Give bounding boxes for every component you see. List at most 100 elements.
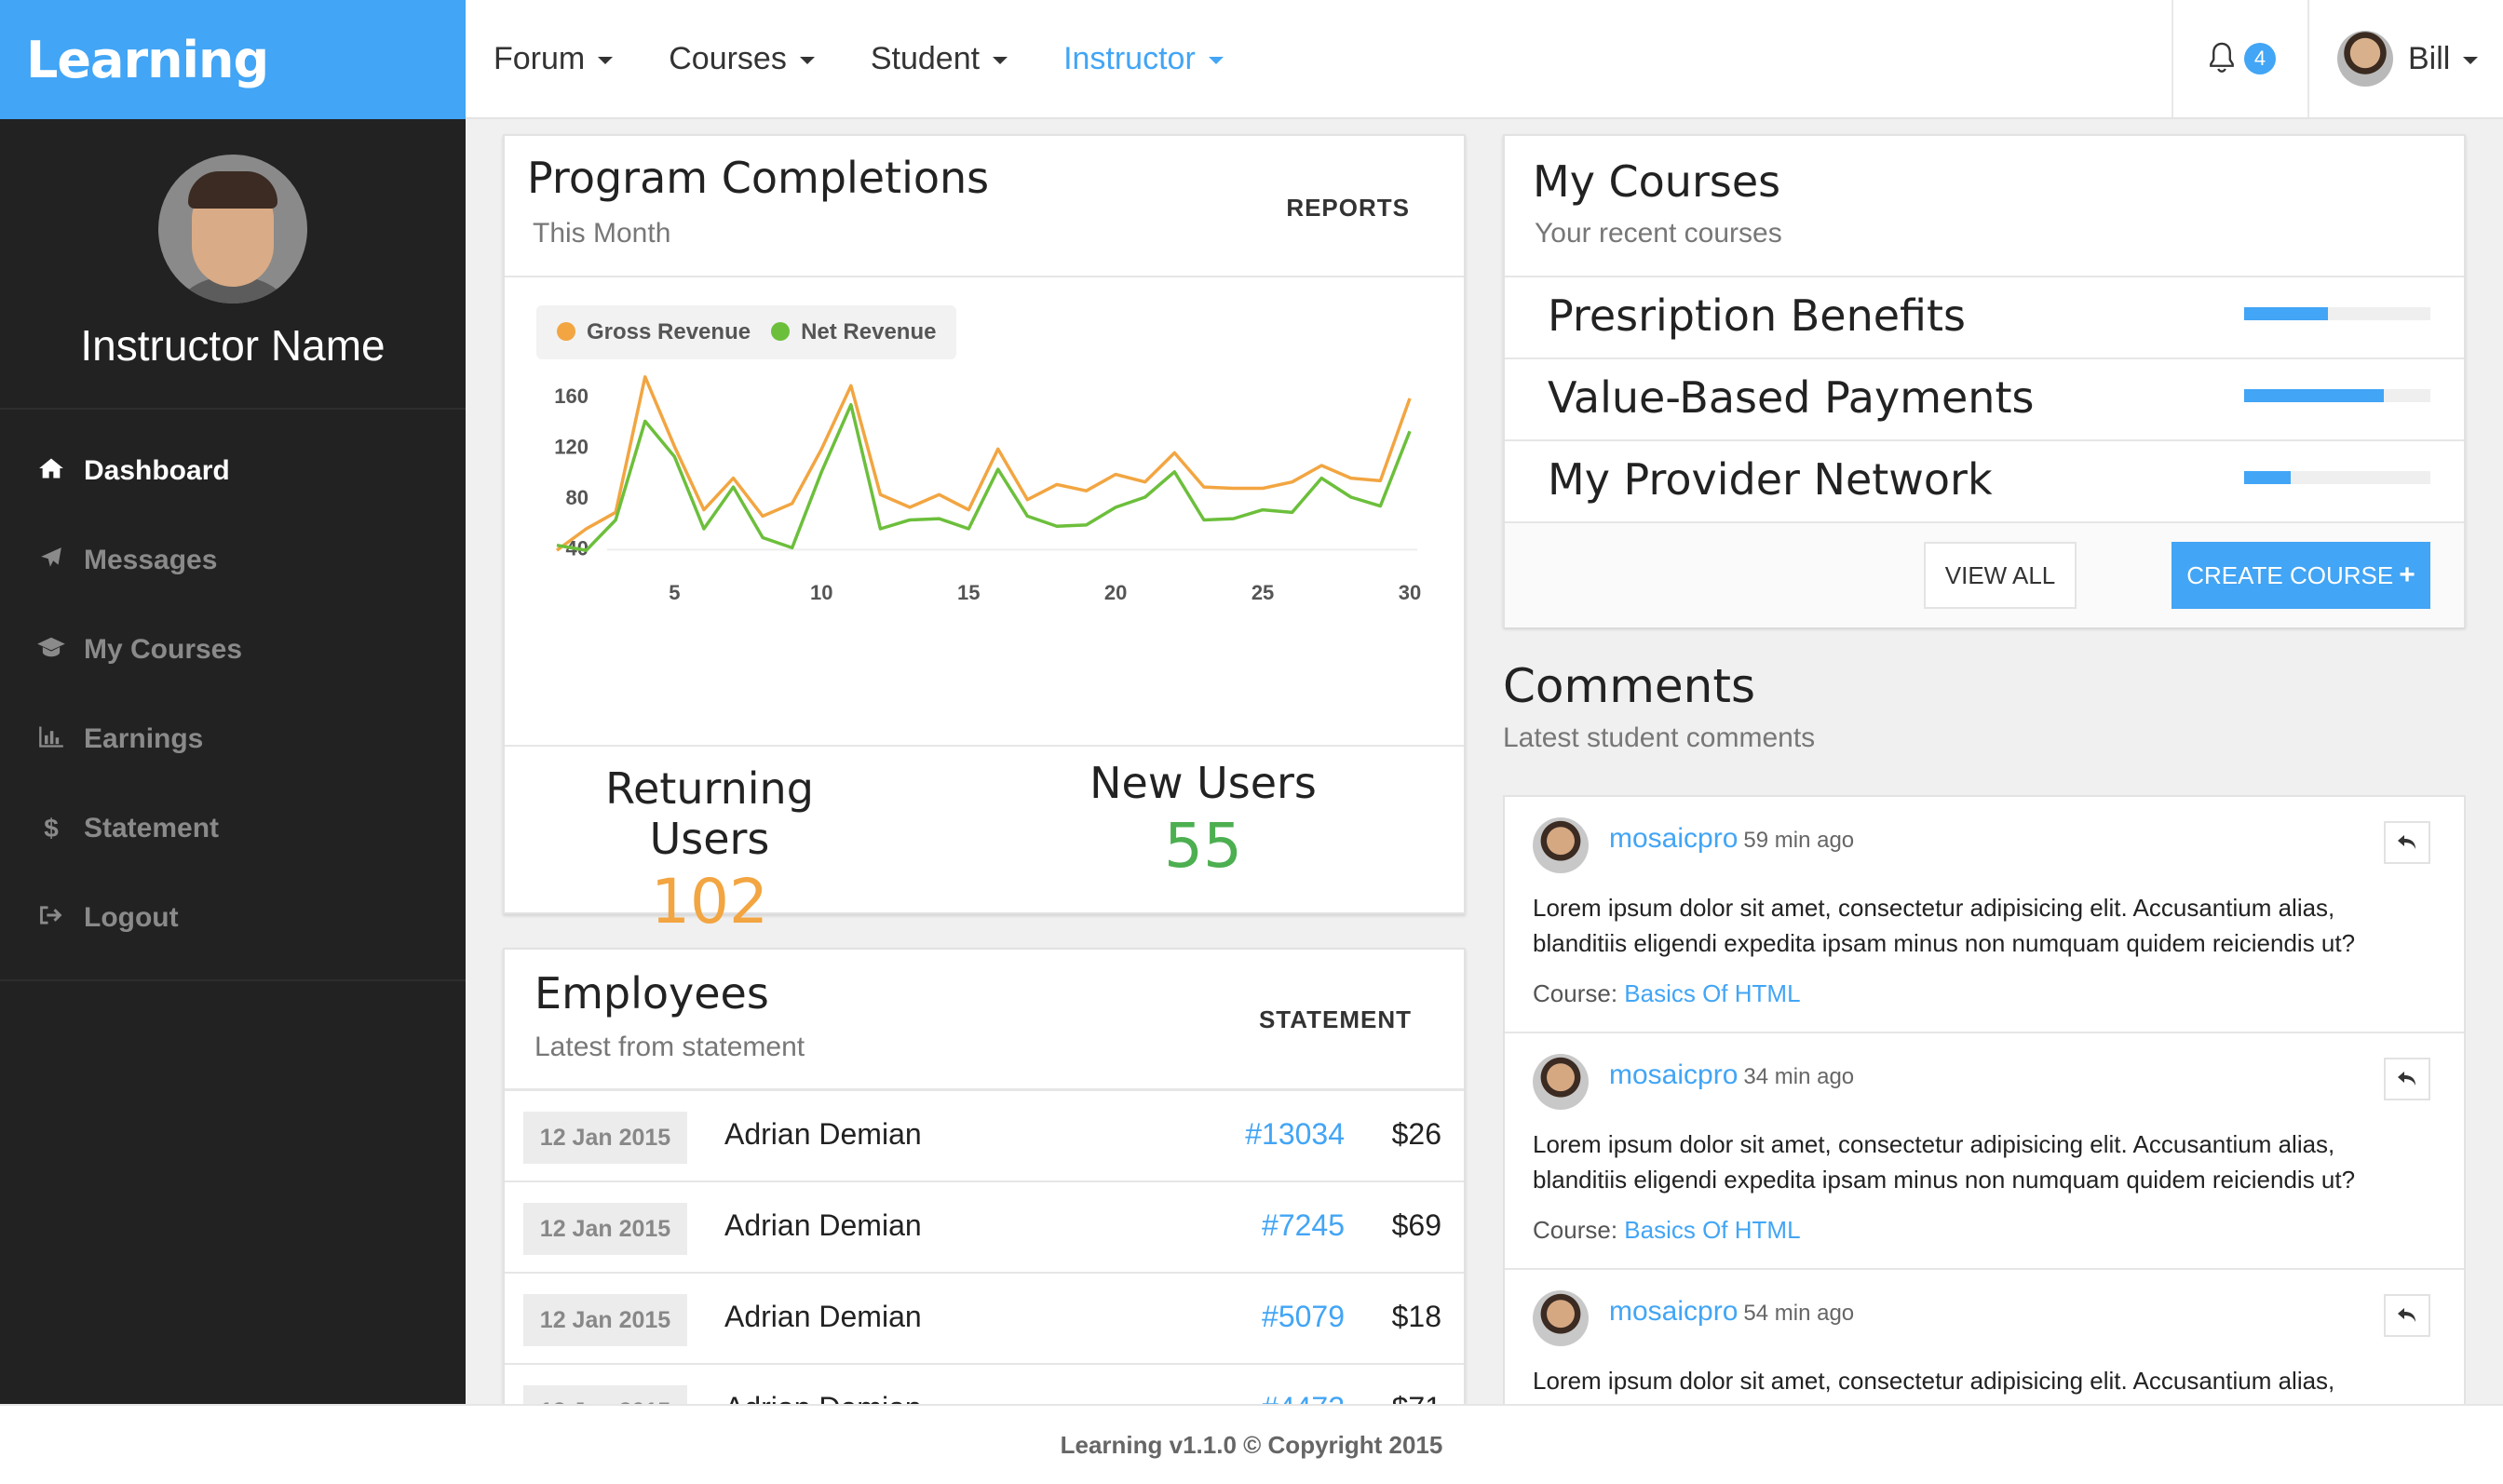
new-users-label: New Users	[1089, 758, 1317, 808]
statement-id-link[interactable]: #5079	[1262, 1300, 1345, 1334]
comment-author: mosaicpro	[1609, 1296, 1739, 1327]
nav-instructor[interactable]: Instructor	[1063, 41, 1224, 77]
comment-author-link[interactable]: mosaicpro 59 min ago	[1609, 823, 1854, 855]
brand-logo[interactable]: Learning	[0, 0, 466, 119]
card-title: My Courses	[1533, 156, 1781, 207]
notification-count-badge: 4	[2244, 43, 2276, 74]
legend-dot	[771, 322, 791, 341]
user-menu[interactable]: Bill	[2307, 0, 2503, 117]
sidebar: Instructor Name Dashboard Messages My Co…	[0, 119, 466, 1404]
nav-forum-label: Forum	[494, 40, 586, 76]
date-badge: 12 Jan 2015	[523, 1294, 687, 1346]
my-courses-card: My Courses Your recent courses Presripti…	[1503, 134, 2466, 627]
statement-id-link[interactable]: #13034	[1245, 1117, 1345, 1152]
comment-text: Lorem ipsum dolor sit amet, consectetur …	[1533, 1367, 2335, 1395]
comment-item: mosaicpro 54 min ago Lorem ipsum dolor si…	[1505, 1270, 2464, 1408]
view-all-button[interactable]: VIEW ALL	[1924, 542, 2077, 609]
x-tick-label: 15	[957, 581, 980, 604]
reply-button[interactable]	[2384, 1294, 2430, 1337]
returning-users-label: Returning Users	[605, 763, 814, 864]
reply-button[interactable]	[2384, 821, 2430, 864]
comment-course: Course: Basics Of HTML	[1533, 979, 1801, 1008]
reports-link[interactable]: REPORTS	[1286, 194, 1410, 223]
chevron-down-icon	[2463, 57, 2479, 64]
sign-out-icon	[35, 903, 67, 933]
avatar	[1533, 1290, 1589, 1346]
course-progress-bar	[2244, 471, 2430, 484]
statement-id-link[interactable]: #7245	[1262, 1208, 1345, 1243]
footer: Learning v1.1.0 © Copyright 2015	[0, 1404, 2503, 1484]
comments-list: mosaicpro 59 min ago Lorem ipsum dolor si…	[1503, 795, 2466, 1410]
avatar	[1533, 1054, 1589, 1110]
new-users-value: 55	[1164, 810, 1242, 882]
course-link[interactable]: Basics Of HTML	[1624, 1216, 1800, 1244]
nav-student[interactable]: Student	[871, 41, 1008, 77]
comments-subtitle: Latest student comments	[1503, 722, 1816, 753]
sidebar-item-messages[interactable]: Messages	[0, 516, 466, 605]
y-tick-label: 120	[554, 436, 589, 459]
employee-name: Adrian Demian	[724, 1117, 922, 1151]
comment-author: mosaicpro	[1609, 823, 1739, 854]
brand-name: Learning	[26, 30, 269, 89]
sidebar-item-statement[interactable]: $ Statement	[0, 784, 466, 873]
list-item[interactable]: Presription Benefits	[1505, 277, 2464, 359]
card-subtitle: This Month	[533, 218, 671, 249]
course-prefix: Course:	[1533, 979, 1618, 1007]
profile-name: Instructor Name	[80, 321, 386, 370]
reply-button[interactable]	[2384, 1058, 2430, 1100]
comment-time: 54 min ago	[1743, 1301, 1855, 1326]
legend-label: Gross Revenue	[587, 319, 751, 344]
plus-icon: +	[2399, 560, 2415, 590]
sidebar-item-label: Earnings	[84, 723, 204, 754]
top-navbar: Forum Courses Student Instructor 4 Bill	[466, 0, 2503, 119]
sidebar-item-dashboard[interactable]: Dashboard	[0, 426, 466, 516]
card-header: My Courses Your recent courses	[1505, 136, 2464, 277]
comment-text: Lorem ipsum dolor sit amet, consectetur …	[1533, 894, 2356, 957]
sidebar-item-my-courses[interactable]: My Courses	[0, 605, 466, 695]
chevron-down-icon	[799, 57, 815, 64]
avatar	[2337, 31, 2393, 87]
notifications-button[interactable]: 4	[2172, 0, 2307, 117]
x-tick-label: 20	[1104, 581, 1127, 604]
course-link[interactable]: Basics Of HTML	[1624, 979, 1800, 1007]
sidebar-item-label: Messages	[84, 545, 218, 575]
nav-forum[interactable]: Forum	[494, 40, 614, 77]
reply-icon	[2398, 1072, 2415, 1086]
sidebar-item-label: Dashboard	[84, 455, 230, 486]
table-row: 12 Jan 2015 Adrian Demian #5079 $18	[505, 1274, 1464, 1365]
comment-author-link[interactable]: mosaicpro 34 min ago	[1609, 1059, 1854, 1091]
course-prefix: Course:	[1533, 1216, 1618, 1244]
y-tick-label: 160	[554, 384, 589, 408]
comments-title: Comments	[1503, 659, 1756, 713]
sidebar-profile: Instructor Name	[0, 119, 466, 410]
nav-courses[interactable]: Courses	[669, 41, 815, 77]
paper-plane-icon	[35, 546, 67, 576]
amount: $18	[1391, 1300, 1441, 1333]
list-item[interactable]: Value-Based Payments	[1505, 359, 2464, 441]
comment-author-link[interactable]: mosaicpro 54 min ago	[1609, 1296, 1854, 1328]
program-completions-card: Program Completions This Month REPORTS G…	[503, 134, 1466, 938]
sidebar-item-label: My Courses	[84, 634, 243, 665]
card-header: Program Completions This Month REPORTS	[505, 136, 1464, 277]
reply-icon	[2398, 835, 2415, 849]
sidebar-item-earnings[interactable]: Earnings	[0, 695, 466, 784]
card-footer: VIEW ALL CREATE COURSE +	[1505, 523, 2464, 627]
nav-instructor-label: Instructor	[1063, 40, 1196, 76]
employee-name: Adrian Demian	[724, 1300, 922, 1333]
legend-label: Net Revenue	[801, 319, 937, 344]
x-tick-label: 30	[1399, 581, 1421, 604]
statement-link[interactable]: STATEMENT	[1259, 1005, 1412, 1034]
progress-fill	[2244, 389, 2384, 402]
amount: $26	[1391, 1117, 1441, 1151]
bar-chart-icon	[35, 724, 67, 754]
create-course-button[interactable]: CREATE COURSE +	[2172, 542, 2430, 609]
sidebar-item-label: Logout	[84, 902, 179, 933]
course-name: My Provider Network	[1548, 454, 1993, 505]
avatar	[1533, 817, 1589, 873]
create-course-label: CREATE COURSE	[2186, 560, 2394, 589]
list-item[interactable]: My Provider Network	[1505, 441, 2464, 523]
card-header: Employees Latest from statement STATEMEN…	[505, 950, 1464, 1091]
sidebar-item-logout[interactable]: Logout	[0, 873, 466, 963]
footer-text: Learning v1.1.0 © Copyright 2015	[1060, 1430, 1443, 1459]
user-stats: Returning Users 102 New Users 55	[505, 745, 1464, 938]
